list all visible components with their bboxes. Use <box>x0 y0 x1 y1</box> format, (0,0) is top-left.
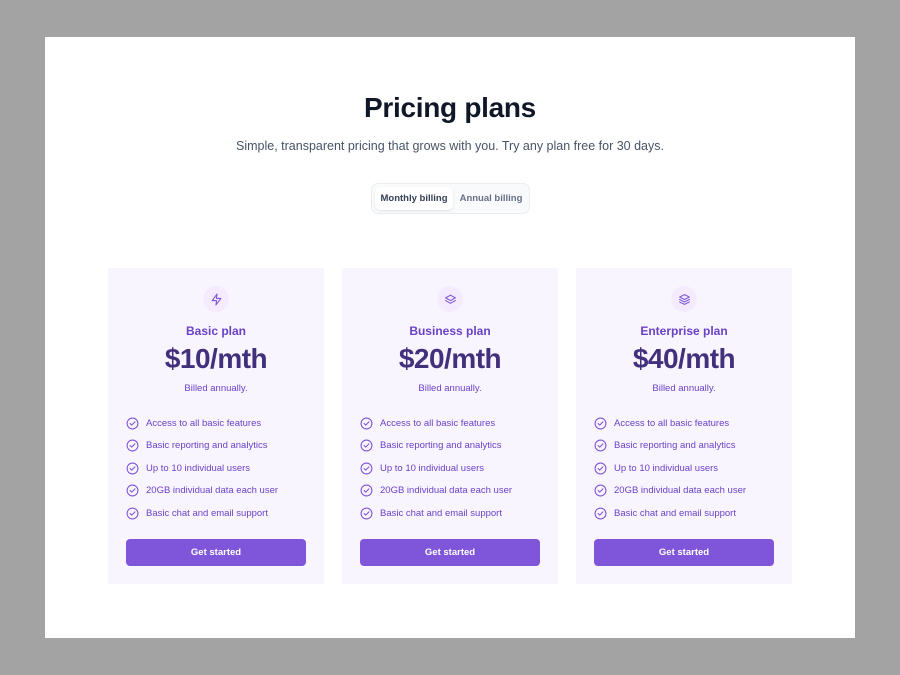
feature-text: Up to 10 individual users <box>146 462 251 474</box>
page-title: Pricing plans <box>364 92 536 123</box>
pricing-card-business: Business plan $20/mth Billed annually. A… <box>342 268 558 584</box>
check-circle-icon <box>360 462 373 475</box>
feature-item: Up to 10 individual users <box>594 457 746 480</box>
feature-list: Access to all basic features Basic repor… <box>594 412 746 525</box>
plan-name: Business plan <box>409 324 491 338</box>
feature-item: 20GB individual data each user <box>360 480 512 503</box>
plan-price: $10/mth <box>164 343 268 374</box>
pricing-card-enterprise: Enterprise plan $40/mth Billed annually.… <box>576 268 792 584</box>
feature-item: Up to 10 individual users <box>360 457 512 480</box>
check-circle-icon <box>594 439 607 452</box>
feature-item: Basic reporting and analytics <box>594 435 746 458</box>
feature-item: 20GB individual data each user <box>594 480 746 503</box>
plan-name: Enterprise plan <box>640 324 728 338</box>
layers-two-icon <box>437 286 463 312</box>
billing-toggle: Monthly billing Annual billing <box>371 183 530 214</box>
check-circle-icon <box>126 462 139 475</box>
feature-text: Up to 10 individual users <box>380 462 485 474</box>
feature-item: Basic chat and email support <box>360 502 512 525</box>
lightning-bolt-icon <box>203 286 229 312</box>
feature-text: Basic reporting and analytics <box>146 440 268 452</box>
feature-item: 20GB individual data each user <box>126 480 278 503</box>
feature-text: Access to all basic features <box>146 417 262 429</box>
feature-text: Basic reporting and analytics <box>614 440 736 452</box>
feature-item: Access to all basic features <box>594 412 746 435</box>
billing-note: Billed annually. <box>652 383 716 394</box>
billing-note: Billed annually. <box>418 383 482 394</box>
feature-text: Basic chat and email support <box>146 507 268 519</box>
check-circle-icon <box>360 507 373 520</box>
feature-text: Basic chat and email support <box>614 507 736 519</box>
feature-text: Access to all basic features <box>614 417 730 429</box>
feature-text: 20GB individual data each user <box>380 485 513 497</box>
annual-billing-tab[interactable]: Annual billing <box>455 187 527 210</box>
check-circle-icon <box>594 484 607 497</box>
check-circle-icon <box>126 484 139 497</box>
layers-three-icon <box>671 286 697 312</box>
check-circle-icon <box>126 507 139 520</box>
feature-item: Basic chat and email support <box>594 502 746 525</box>
feature-item: Access to all basic features <box>126 412 278 435</box>
feature-text: Access to all basic features <box>380 417 496 429</box>
feature-item: Access to all basic features <box>360 412 512 435</box>
check-circle-icon <box>360 417 373 430</box>
page-subtitle: Simple, transparent pricing that grows w… <box>236 139 664 153</box>
plan-price: $40/mth <box>632 343 736 374</box>
plan-price: $20/mth <box>398 343 502 374</box>
get-started-button[interactable]: Get started <box>360 539 540 566</box>
pricing-card-basic: Basic plan $10/mth Billed annually. Acce… <box>108 268 324 584</box>
feature-item: Basic reporting and analytics <box>126 435 278 458</box>
plan-name: Basic plan <box>185 324 247 338</box>
check-circle-icon <box>594 507 607 520</box>
feature-text: 20GB individual data each user <box>614 485 747 497</box>
billing-note: Billed annually. <box>184 383 248 394</box>
feature-list: Access to all basic features Basic repor… <box>360 412 512 525</box>
get-started-button[interactable]: Get started <box>594 539 774 566</box>
check-circle-icon <box>594 417 607 430</box>
check-circle-icon <box>360 439 373 452</box>
feature-text: 20GB individual data each user <box>146 485 279 497</box>
feature-text: Basic chat and email support <box>380 507 502 519</box>
feature-item: Up to 10 individual users <box>126 457 278 480</box>
get-started-button[interactable]: Get started <box>126 539 306 566</box>
feature-item: Basic chat and email support <box>126 502 278 525</box>
feature-text: Up to 10 individual users <box>614 462 719 474</box>
check-circle-icon <box>360 484 373 497</box>
monthly-billing-tab[interactable]: Monthly billing <box>375 187 453 210</box>
feature-item: Basic reporting and analytics <box>360 435 512 458</box>
feature-list: Access to all basic features Basic repor… <box>126 412 278 525</box>
check-circle-icon <box>126 439 139 452</box>
feature-text: Basic reporting and analytics <box>380 440 502 452</box>
check-circle-icon <box>594 462 607 475</box>
pricing-section: Pricing plans Simple, transparent pricin… <box>45 37 855 638</box>
check-circle-icon <box>126 417 139 430</box>
